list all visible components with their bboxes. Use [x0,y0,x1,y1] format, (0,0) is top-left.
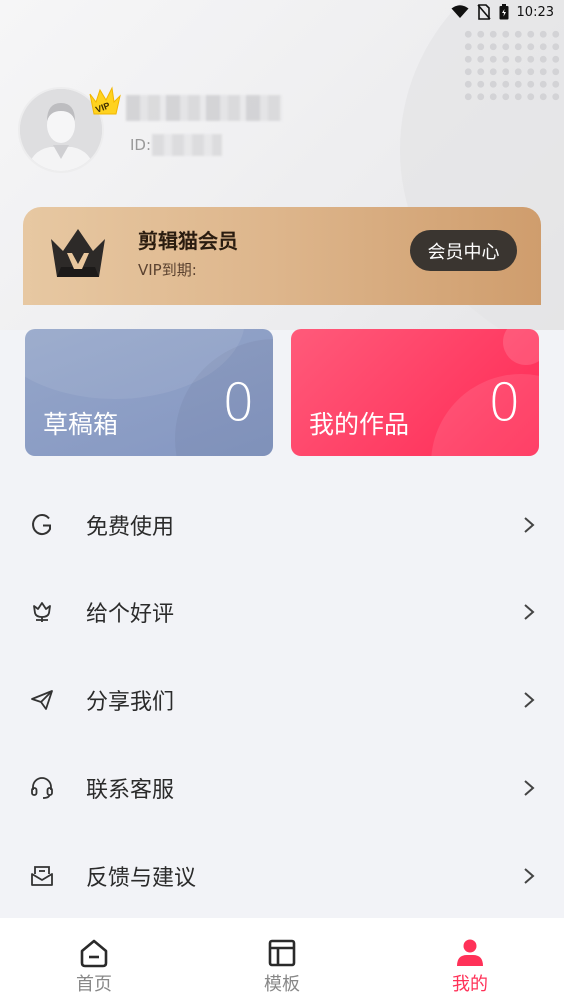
menu-item-free-use[interactable]: 免费使用 [0,481,564,569]
my-works-label: 我的作品 [309,410,410,439]
decorative-dots [462,28,562,104]
menu-label: 反馈与建议 [86,866,197,891]
mail-box-icon [30,864,54,888]
drafts-count: 0 [221,373,255,433]
chevron-right-icon [524,780,535,796]
nav-home[interactable]: 首页 [0,918,188,1002]
member-card[interactable]: 剪辑猫会员 VIP到期: 会员中心 [23,207,541,305]
decorative-blob [503,329,539,365]
member-title: 剪辑猫会员 [138,229,238,253]
home-icon [80,939,108,968]
menu-item-rate-us[interactable]: 给个好评 [0,568,564,656]
drafts-label: 草稿箱 [43,410,119,439]
decorative-blob [431,374,539,456]
headset-icon [30,776,54,800]
drafts-card[interactable]: 草稿箱 0 [25,329,273,456]
battery-icon [499,4,509,20]
chevron-right-icon [524,604,535,620]
member-expiry: VIP到期: [138,261,197,279]
chevron-right-icon [524,692,535,708]
vip-crown-badge: VIP [89,86,121,115]
template-icon [268,939,296,967]
my-works-count: 0 [487,373,521,433]
my-works-card[interactable]: 我的作品 0 [291,329,539,456]
crown-v-icon [51,229,105,277]
chevron-right-icon [524,517,535,533]
user-id-blurred [152,134,222,156]
flower-icon [30,600,54,624]
paper-plane-icon [30,688,54,712]
nav-templates-label: 模板 [264,974,300,995]
g-letter-icon [30,513,54,537]
menu-item-contact-support[interactable]: 联系客服 [0,744,564,832]
user-id-label: ID: [130,136,152,154]
status-bar: 10:23 [0,0,564,24]
chevron-right-icon [524,868,535,884]
menu-label: 分享我们 [86,690,175,715]
nav-mine[interactable]: 我的 [376,918,564,1002]
user-icon [457,939,483,966]
wifi-icon [451,5,469,18]
nav-home-label: 首页 [76,974,112,995]
no-sim-icon [476,4,491,20]
nav-mine-label: 我的 [452,974,488,995]
status-time: 10:23 [516,4,554,20]
username-blurred [126,95,282,121]
nav-templates[interactable]: 模板 [188,918,376,1002]
menu-item-share[interactable]: 分享我们 [0,656,564,744]
menu-label: 免费使用 [86,515,175,540]
bottom-navigation: 首页 模板 我的 [0,918,564,1002]
menu-label: 联系客服 [86,778,175,803]
menu-label: 给个好评 [86,602,175,627]
menu-item-feedback[interactable]: 反馈与建议 [0,832,564,920]
member-center-button[interactable]: 会员中心 [410,230,517,271]
